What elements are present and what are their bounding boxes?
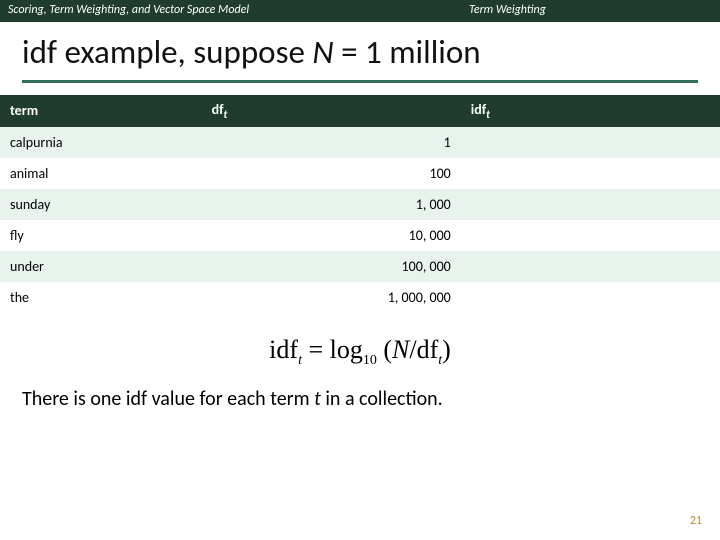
table-row: sunday 1, 000 (0, 189, 720, 220)
th-idf: idft (461, 95, 720, 127)
table-row: animal 100 (0, 158, 720, 189)
top-bar: Scoring, Term Weighting, and Vector Spac… (0, 0, 720, 22)
title-post: = 1 million (334, 32, 481, 72)
idf-table: term dft idft calpurnia 1 animal 100 sun… (0, 95, 720, 313)
cell-term: calpurnia (0, 127, 202, 158)
cell-idf (461, 220, 720, 251)
cell-idf (461, 158, 720, 189)
cell-idf (461, 251, 720, 282)
sentence-pre: There is one idf value for each term (22, 387, 314, 411)
formula-eq: = log (302, 335, 363, 364)
topbar-right: Term Weighting (420, 0, 720, 22)
cell-term: sunday (0, 189, 202, 220)
table-row: under 100, 000 (0, 251, 720, 282)
title-area: idf example, suppose N = 1 million (0, 22, 720, 83)
th-idf-sub: t (486, 108, 490, 121)
th-df-sub: t (224, 108, 228, 121)
cell-term: under (0, 251, 202, 282)
title-underline (22, 80, 698, 83)
formula-slash: / (409, 335, 416, 364)
idf-formula: idft = log10 (N/dft) (0, 335, 720, 369)
formula-close: ) (442, 335, 451, 364)
sentence-var: t (314, 387, 321, 411)
slide-title: idf example, suppose N = 1 million (22, 32, 698, 78)
cell-idf (461, 189, 720, 220)
cell-term: the (0, 282, 202, 313)
topbar-left: Scoring, Term Weighting, and Vector Spac… (0, 0, 420, 22)
th-df: dft (202, 95, 461, 127)
cell-df: 100 (202, 158, 461, 189)
page-number: 21 (690, 514, 702, 528)
th-df-base: df (212, 101, 224, 118)
cell-term: fly (0, 220, 202, 251)
cell-idf (461, 127, 720, 158)
cell-idf (461, 282, 720, 313)
cell-df: 1, 000 (202, 189, 461, 220)
title-pre: idf example, suppose (22, 32, 312, 72)
title-var: N (312, 32, 333, 72)
cell-df: 10, 000 (202, 220, 461, 251)
cell-df: 1, 000, 000 (202, 282, 461, 313)
table-row: the 1, 000, 000 (0, 282, 720, 313)
sentence-post: in a collection. (321, 387, 443, 411)
th-term: term (0, 95, 202, 127)
cell-df: 100, 000 (202, 251, 461, 282)
formula-open: ( (377, 335, 392, 364)
table-row: calpurnia 1 (0, 127, 720, 158)
formula-df-base: df (417, 335, 439, 364)
th-idf-base: idf (471, 101, 486, 118)
cell-term: animal (0, 158, 202, 189)
formula-N: N (392, 335, 409, 364)
table-row: fly 10, 000 (0, 220, 720, 251)
cell-df: 1 (202, 127, 461, 158)
formula-log-sub: 10 (363, 353, 377, 368)
formula-lhs-base: idf (269, 335, 298, 364)
footer-sentence: There is one idf value for each term t i… (0, 369, 720, 411)
